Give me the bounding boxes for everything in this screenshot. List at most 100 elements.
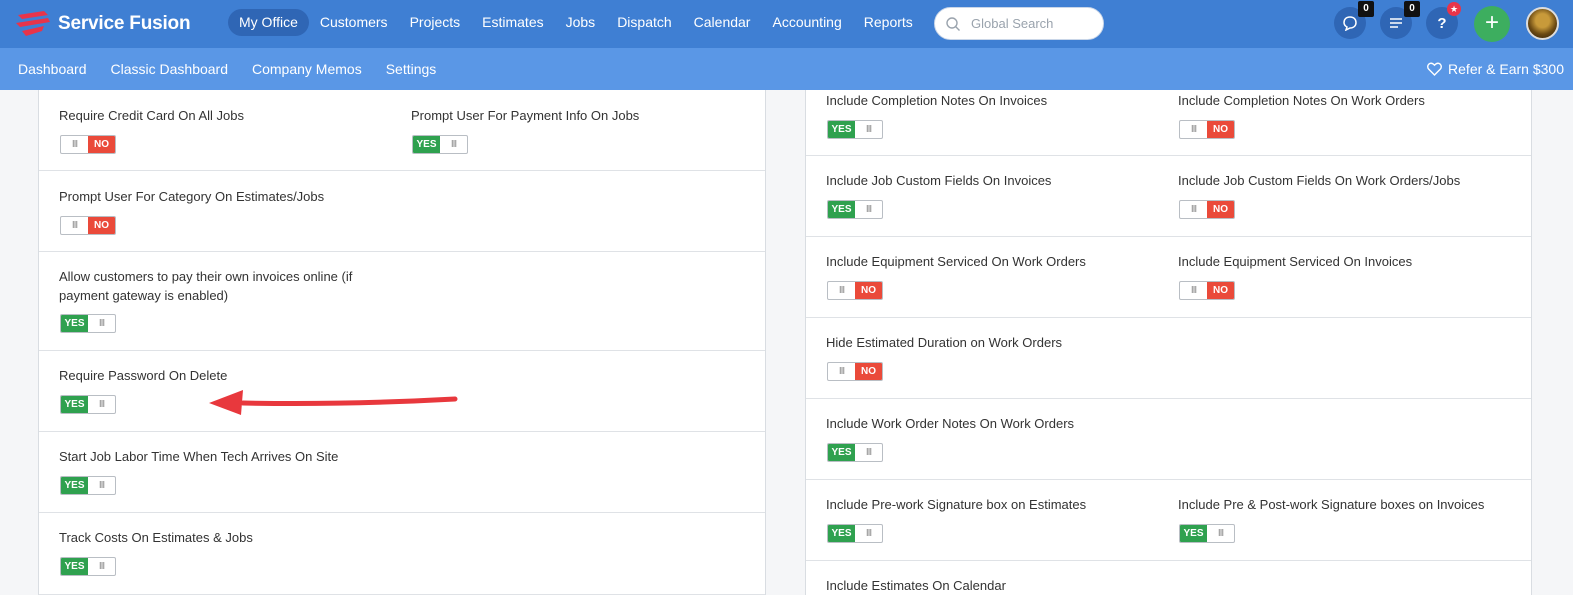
- toggle-signature-boxes-invoices[interactable]: YES III: [1179, 524, 1235, 543]
- toggle-yes-state: YES: [1180, 525, 1207, 542]
- toggle-grip: III: [865, 204, 872, 215]
- nav-projects[interactable]: Projects: [399, 9, 472, 36]
- toggle-custom-fields-invoices[interactable]: YES III: [827, 200, 883, 219]
- setting-label: Include Completion Notes On Work Orders: [1178, 93, 1425, 108]
- toggle-yes-state: YES: [828, 201, 855, 218]
- toggle-no-state: NO: [855, 282, 882, 299]
- settings-row: Include Job Custom Fields On Invoices YE…: [806, 156, 1531, 237]
- subnav: Dashboard Classic Dashboard Company Memo…: [6, 48, 448, 90]
- setting-label: Track Costs On Estimates & Jobs: [59, 530, 253, 545]
- setting-prework-signature-estimates: Include Pre-work Signature box on Estima…: [826, 495, 1086, 514]
- list-icon: [1390, 18, 1402, 28]
- help-icon: ?: [1437, 14, 1447, 32]
- settings-row: Require Credit Card On All Jobs III NO P…: [39, 90, 765, 171]
- toggle-yes-state: YES: [61, 477, 88, 494]
- setting-require-credit-card: Require Credit Card On All Jobs: [59, 106, 244, 125]
- setting-completion-notes-work-orders: Include Completion Notes On Work Orders: [1178, 91, 1425, 110]
- nav-dispatch[interactable]: Dispatch: [606, 9, 682, 36]
- toggle-track-costs[interactable]: YES III: [60, 557, 116, 576]
- help-button[interactable]: ? ★: [1426, 2, 1461, 39]
- search-icon: [946, 16, 960, 31]
- toggle-no-state: NO: [88, 136, 115, 153]
- chat-icon: [1343, 16, 1357, 31]
- app-name: Service Fusion: [58, 13, 191, 34]
- toggle-completion-notes-invoices[interactable]: YES III: [827, 120, 883, 139]
- left-settings-panel: Require Credit Card On All Jobs III NO P…: [38, 90, 766, 595]
- search-input[interactable]: [971, 16, 1091, 31]
- chat-count-badge: 0: [1358, 1, 1374, 17]
- toggle-no-state: NO: [855, 363, 882, 380]
- nav-jobs[interactable]: Jobs: [555, 9, 607, 36]
- setting-label: Include Job Custom Fields On Work Orders…: [1178, 173, 1461, 188]
- toggle-grip: III: [98, 318, 105, 329]
- nav-estimates[interactable]: Estimates: [471, 9, 554, 36]
- setting-label: Allow customers to pay their own invoice…: [59, 269, 353, 303]
- settings-row: Include Estimates On Calendar: [806, 561, 1531, 595]
- toggle-grip: III: [98, 399, 105, 410]
- subnav-dashboard[interactable]: Dashboard: [6, 61, 99, 77]
- toggle-grip: III: [838, 366, 845, 377]
- toggle-completion-notes-work-orders[interactable]: III NO: [1179, 120, 1235, 139]
- settings-row: Start Job Labor Time When Tech Arrives O…: [39, 432, 765, 513]
- setting-label: Include Completion Notes On Invoices: [826, 93, 1048, 108]
- toggle-require-password-delete[interactable]: YES III: [60, 395, 116, 414]
- toggle-hide-estimated-duration[interactable]: III NO: [827, 362, 883, 381]
- toggle-equipment-invoices[interactable]: III NO: [1179, 281, 1235, 300]
- subnav-classic-dashboard[interactable]: Classic Dashboard: [99, 61, 241, 77]
- setting-label: Start Job Labor Time When Tech Arrives O…: [59, 449, 339, 464]
- service-fusion-logo-icon: [16, 11, 50, 36]
- user-avatar[interactable]: [1526, 7, 1559, 40]
- subnav-settings[interactable]: Settings: [374, 61, 449, 77]
- toggle-require-credit-card[interactable]: III NO: [60, 135, 116, 154]
- nav-reports[interactable]: Reports: [853, 9, 924, 36]
- setting-start-labor-time: Start Job Labor Time When Tech Arrives O…: [59, 447, 338, 466]
- toggle-no-state: NO: [88, 217, 115, 234]
- toggle-pay-invoices-online[interactable]: YES III: [60, 314, 116, 333]
- refer-label: Refer & Earn $300: [1448, 61, 1564, 77]
- tasks-count-badge: 0: [1404, 1, 1420, 17]
- settings-row: Include Completion Notes On Invoices YES…: [806, 90, 1531, 156]
- toggle-custom-fields-work-orders[interactable]: III NO: [1179, 200, 1235, 219]
- settings-row: Include Equipment Serviced On Work Order…: [806, 237, 1531, 318]
- toggle-prompt-category[interactable]: III NO: [60, 216, 116, 235]
- toggle-work-order-notes[interactable]: YES III: [827, 443, 883, 462]
- add-button[interactable]: +: [1474, 6, 1510, 42]
- toggle-start-labor-time[interactable]: YES III: [60, 476, 116, 495]
- tasks-button[interactable]: 0: [1380, 1, 1420, 39]
- setting-label: Require Credit Card On All Jobs: [59, 108, 244, 123]
- settings-row: Include Work Order Notes On Work Orders …: [806, 399, 1531, 480]
- setting-custom-fields-work-orders: Include Job Custom Fields On Work Orders…: [1178, 171, 1460, 190]
- toggle-grip: III: [838, 285, 845, 296]
- setting-completion-notes-invoices: Include Completion Notes On Invoices: [826, 91, 1047, 110]
- setting-track-costs: Track Costs On Estimates & Jobs: [59, 528, 253, 547]
- subnav-company-memos[interactable]: Company Memos: [240, 61, 374, 77]
- chat-button[interactable]: 0: [1334, 1, 1374, 39]
- toggle-grip: III: [450, 139, 457, 150]
- refer-and-earn-link[interactable]: Refer & Earn $300: [1427, 48, 1564, 90]
- toggle-equipment-work-orders[interactable]: III NO: [827, 281, 883, 300]
- toggle-yes-state: YES: [828, 121, 855, 138]
- setting-label: Include Job Custom Fields On Invoices: [826, 173, 1052, 188]
- setting-label: Include Pre-work Signature box on Estima…: [826, 497, 1087, 512]
- toggle-yes-state: YES: [828, 444, 855, 461]
- setting-prompt-payment-info: Prompt User For Payment Info On Jobs: [411, 106, 639, 125]
- toggle-no-state: NO: [1207, 201, 1234, 218]
- app-logo[interactable]: Service Fusion: [14, 9, 191, 39]
- toggle-grip: III: [71, 139, 78, 150]
- global-search[interactable]: [934, 7, 1104, 40]
- toggle-prompt-payment-info[interactable]: YES III: [412, 135, 468, 154]
- setting-signature-boxes-invoices: Include Pre & Post-work Signature boxes …: [1178, 495, 1484, 514]
- setting-label: Require Password On Delete: [59, 368, 228, 383]
- main-nav: My Office Customers Projects Estimates J…: [228, 9, 924, 36]
- toggle-no-state: NO: [1207, 121, 1234, 138]
- setting-label: Prompt User For Category On Estimates/Jo…: [59, 189, 325, 204]
- nav-calendar[interactable]: Calendar: [683, 9, 762, 36]
- settings-row: Allow customers to pay their own invoice…: [39, 252, 765, 351]
- nav-customers[interactable]: Customers: [309, 9, 399, 36]
- toggle-yes-state: YES: [61, 396, 88, 413]
- nav-accounting[interactable]: Accounting: [761, 9, 852, 36]
- toggle-prework-signature-estimates[interactable]: YES III: [827, 524, 883, 543]
- nav-my-office[interactable]: My Office: [228, 9, 309, 36]
- toggle-grip: III: [1190, 204, 1197, 215]
- toggle-yes-state: YES: [413, 136, 440, 153]
